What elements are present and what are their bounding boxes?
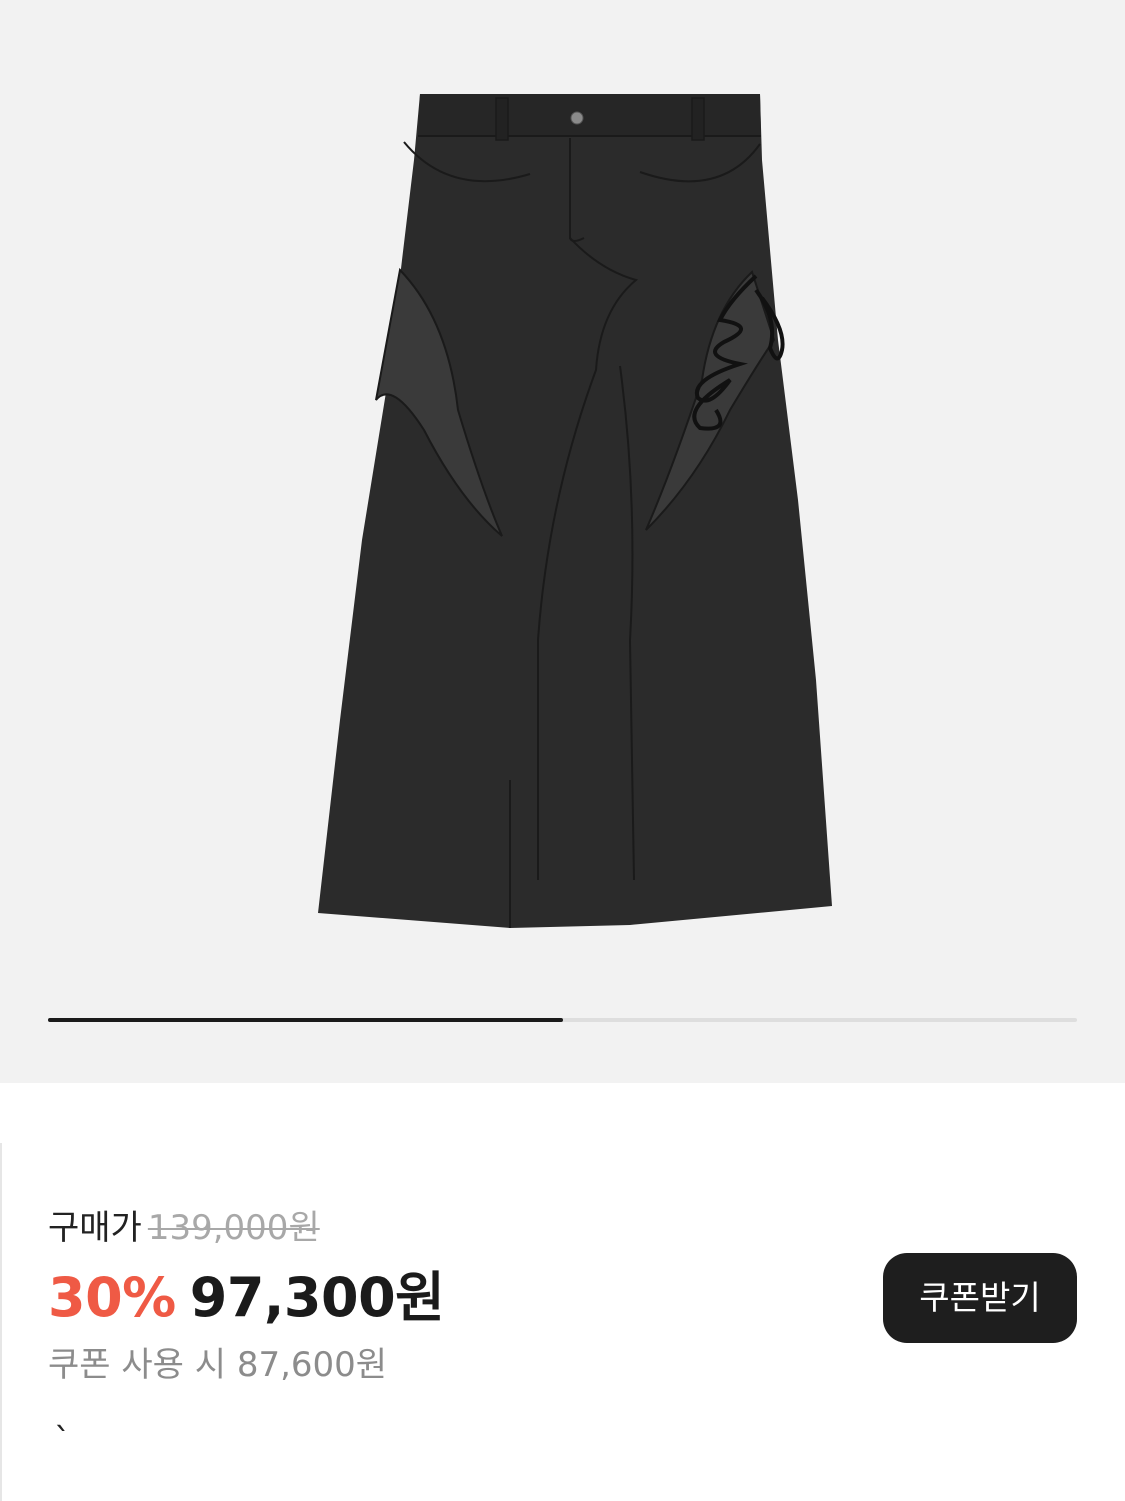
- coupon-price-text: 쿠폰 사용 시 87,600원: [48, 1345, 388, 1385]
- product-image: [318, 94, 832, 928]
- product-image-gallery[interactable]: [0, 0, 1125, 1083]
- sale-price: 97,300원: [189, 1266, 445, 1329]
- purchase-price-label: 구매가: [48, 1208, 142, 1248]
- sale-price-row: 30% 97,300원: [48, 1266, 445, 1330]
- original-price: 139,000원: [147, 1208, 320, 1248]
- get-coupon-button[interactable]: 쿠폰받기: [883, 1253, 1077, 1343]
- product-detail-page: 구매가 139,000원 30% 97,300원 쿠폰 사용 시 87,600원 쿠…: [0, 0, 1125, 1501]
- divider: [0, 1143, 2, 1501]
- purchase-price-row: 구매가 139,000원: [48, 1206, 320, 1250]
- gallery-progress-fill: [48, 1018, 563, 1022]
- discount-rate: 30%: [48, 1266, 176, 1329]
- gallery-progress-track: [48, 1018, 1077, 1022]
- price-info-section: 구매가 139,000원 30% 97,300원 쿠폰 사용 시 87,600원 쿠…: [0, 1083, 1125, 1501]
- stray-character: `: [54, 1421, 71, 1461]
